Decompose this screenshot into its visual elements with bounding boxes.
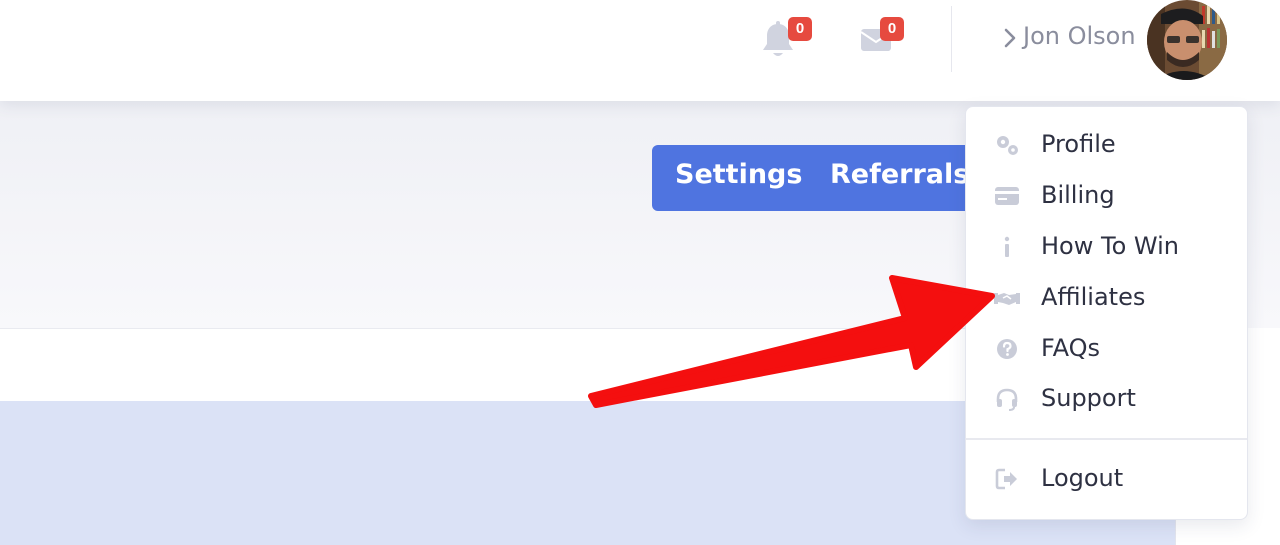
handshake-icon: [994, 293, 1020, 305]
tab-bar: Settings Referrals: [652, 145, 992, 211]
user-dropdown-menu: Profile Billing How To Win Affiliates FA…: [965, 106, 1248, 520]
messages-button[interactable]: 0: [858, 17, 904, 54]
menu-item-billing[interactable]: Billing: [966, 173, 1247, 219]
avatar[interactable]: [1147, 0, 1227, 80]
menu-item-logout[interactable]: Logout: [966, 456, 1247, 502]
chevron-right-icon[interactable]: [1003, 27, 1017, 49]
tab-settings[interactable]: Settings: [675, 159, 802, 190]
top-header: 0 0 Jon Olson: [0, 0, 1280, 101]
menu-label-profile: Profile: [1041, 130, 1116, 158]
menu-label-affiliates: Affiliates: [1041, 283, 1146, 311]
menu-item-faqs[interactable]: FAQs: [966, 326, 1247, 372]
menu-label-faqs: FAQs: [1041, 334, 1100, 362]
tab-referrals[interactable]: Referrals: [830, 159, 969, 190]
question-circle-icon: [997, 339, 1017, 359]
info-icon: [1004, 236, 1010, 257]
cogs-icon: [997, 136, 1018, 155]
menu-label-logout: Logout: [1041, 464, 1124, 492]
messages-count-badge: 0: [880, 17, 904, 41]
user-name[interactable]: Jon Olson: [1023, 22, 1136, 50]
menu-item-affiliates[interactable]: Affiliates: [966, 275, 1247, 321]
header-divider: [951, 6, 952, 72]
notifications-count-badge: 0: [788, 17, 812, 41]
menu-label-support: Support: [1041, 384, 1136, 412]
sign-out-icon: [995, 468, 1017, 490]
menu-item-profile[interactable]: Profile: [966, 122, 1247, 168]
credit-card-icon: [995, 187, 1019, 205]
menu-item-support[interactable]: Support: [966, 376, 1247, 422]
headset-icon: [996, 388, 1018, 411]
menu-label-how-to-win: How To Win: [1041, 232, 1179, 260]
menu-item-how-to-win[interactable]: How To Win: [966, 224, 1247, 270]
notifications-button[interactable]: 0: [760, 17, 812, 60]
menu-label-billing: Billing: [1041, 181, 1115, 209]
avatar-photo: [1147, 0, 1227, 80]
menu-divider: [966, 438, 1247, 440]
